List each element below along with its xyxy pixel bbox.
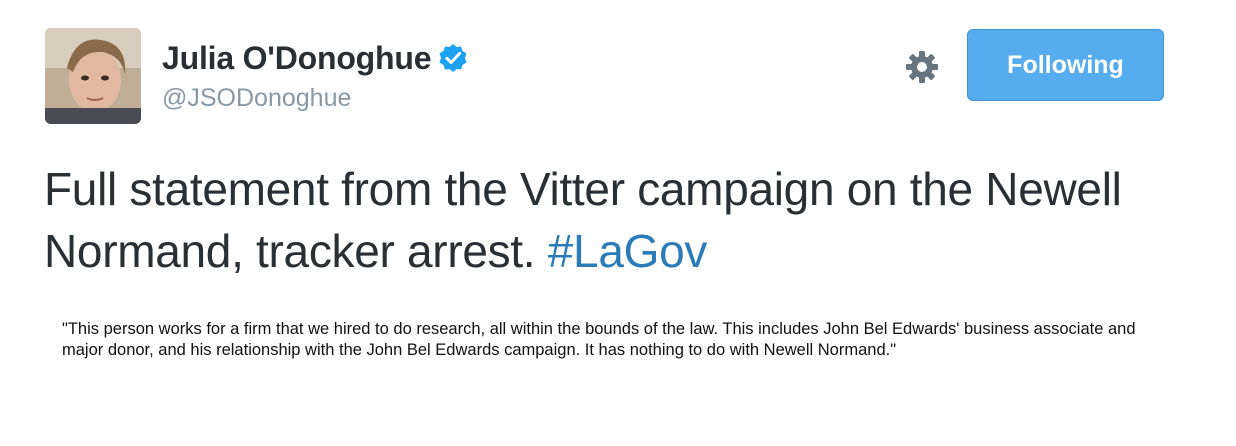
avatar-photo bbox=[45, 28, 141, 124]
hashtag-link[interactable]: #LaGov bbox=[548, 225, 708, 277]
user-handle[interactable]: @JSODonoghue bbox=[162, 84, 469, 113]
author-block: Julia O'Donoghue @JSODonoghue bbox=[162, 38, 469, 113]
verified-badge-icon bbox=[437, 42, 469, 74]
following-button[interactable]: Following bbox=[967, 29, 1164, 101]
avatar[interactable] bbox=[45, 28, 141, 124]
tweet-card: Julia O'Donoghue @JSODonoghue Following … bbox=[0, 0, 1236, 446]
attached-image[interactable]: "This person works for a firm that we hi… bbox=[44, 305, 1194, 425]
tweet-text: Full statement from the Vitter campaign … bbox=[44, 158, 1194, 282]
display-name[interactable]: Julia O'Donoghue bbox=[162, 40, 432, 77]
gear-icon[interactable] bbox=[903, 48, 941, 86]
name-row: Julia O'Donoghue bbox=[162, 38, 469, 78]
attached-statement-text: "This person works for a firm that we hi… bbox=[62, 320, 1136, 359]
